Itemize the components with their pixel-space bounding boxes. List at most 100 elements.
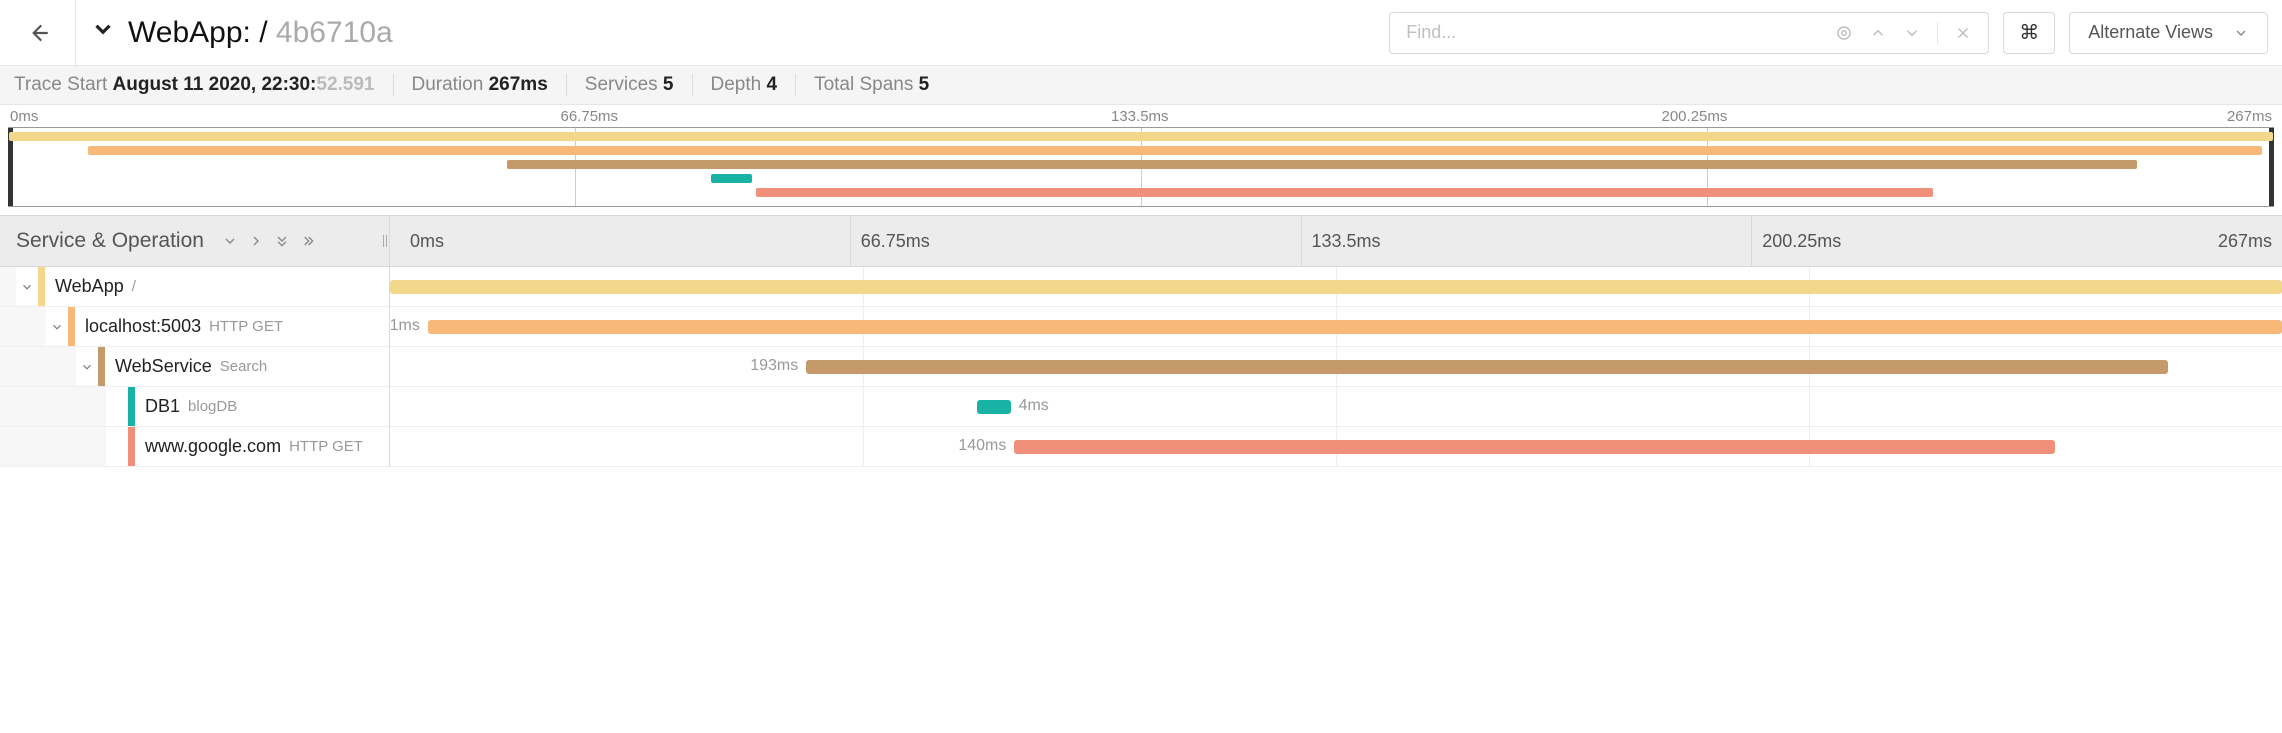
span-duration-label: 4ms <box>1019 397 1049 415</box>
arrow-left-icon <box>25 20 51 46</box>
span-bar[interactable] <box>1014 440 2055 454</box>
span-row[interactable]: localhost:5003 HTTP GET 1ms <box>0 307 2282 347</box>
span-service: DB1 <box>145 396 180 417</box>
span-row[interactable]: WebApp / <box>0 267 2282 307</box>
span-service: WebService <box>115 356 212 377</box>
service-color-chip <box>98 347 105 386</box>
trace-title: WebApp: / 4b6710a <box>90 16 393 50</box>
span-bar[interactable] <box>428 320 2282 334</box>
divider <box>566 74 567 96</box>
search-container <box>1389 12 1989 54</box>
minimap-tick: 0ms <box>10 108 561 125</box>
service-color-chip <box>128 387 135 426</box>
search-prev-button[interactable] <box>1869 24 1887 42</box>
title-trace-id: 4b6710a <box>276 16 393 49</box>
indent-guide <box>0 387 106 426</box>
collapse-one-button[interactable] <box>274 233 290 249</box>
minimap-tick: 66.75ms <box>561 108 1112 125</box>
minimap-tick: 133.5ms <box>1111 108 1662 125</box>
row-toggle[interactable] <box>16 280 38 294</box>
collapse-title-button[interactable] <box>90 16 116 50</box>
minimap-tick: 200.25ms <box>1662 108 2213 125</box>
service-color-chip <box>38 267 45 306</box>
trace-meta-bar: Trace Start August 11 2020, 22:30:52.591… <box>0 66 2282 105</box>
search-clear-button[interactable] <box>1954 24 1972 42</box>
indent-guide <box>0 427 106 466</box>
meta-total-spans: Total Spans 5 <box>814 74 929 96</box>
minimap-span <box>711 174 752 183</box>
search-next-button[interactable] <box>1903 24 1921 42</box>
chevron-down-icon <box>222 233 238 249</box>
divider <box>795 74 796 96</box>
span-operation: HTTP GET <box>209 318 283 335</box>
back-button[interactable] <box>0 0 76 65</box>
timeline-tick: 200.25ms <box>1751 216 2202 266</box>
span-row[interactable]: www.google.comHTTP GET140ms <box>0 427 2282 467</box>
command-icon: ⌘ <box>2019 20 2039 45</box>
minimap-span <box>9 132 2273 141</box>
minimap-span <box>756 188 1933 197</box>
minimap-canvas[interactable] <box>8 127 2274 207</box>
double-chevron-down-icon <box>274 233 290 249</box>
minimap-tick: 267ms <box>2212 108 2272 125</box>
chevron-down-icon <box>2233 25 2249 41</box>
row-toggle[interactable] <box>46 320 68 334</box>
alternate-views-label: Alternate Views <box>2088 22 2213 43</box>
meta-trace-start: Trace Start August 11 2020, 22:30:52.591 <box>14 74 375 96</box>
timeline-tick: 267ms <box>2202 216 2272 266</box>
crosshair-icon <box>1835 24 1853 42</box>
meta-depth: Depth 4 <box>711 74 778 96</box>
span-service: localhost:5003 <box>85 316 201 337</box>
collapse-all-button[interactable] <box>222 233 238 249</box>
span-row[interactable]: DB1 blogDB 4ms <box>0 387 2282 427</box>
keyboard-shortcuts-button[interactable]: ⌘ <box>2003 12 2055 54</box>
chevron-up-icon <box>1869 24 1887 42</box>
minimap-span <box>507 160 2137 169</box>
span-row[interactable]: WebServiceSearch193ms <box>0 347 2282 387</box>
divider <box>393 74 394 96</box>
chevron-down-icon <box>50 320 64 334</box>
divider <box>1937 22 1938 44</box>
span-duration-label: 140ms <box>958 437 1006 455</box>
tree-column-header: Service & Operation <box>16 229 204 253</box>
service-color-chip <box>128 427 135 466</box>
gridline <box>863 387 864 426</box>
span-service: WebApp <box>55 276 124 297</box>
timeline-tick: 0ms <box>400 216 850 266</box>
timeline-header: Service & Operation 0ms66.75ms133.5ms200… <box>0 215 2282 267</box>
chevron-down-icon <box>20 280 34 294</box>
minimap-span <box>88 146 2261 155</box>
expand-all-button[interactable] <box>248 233 264 249</box>
span-bar[interactable] <box>806 360 2168 374</box>
alternate-views-button[interactable]: Alternate Views <box>2069 12 2268 54</box>
timeline-tick: 66.75ms <box>850 216 1301 266</box>
search-input[interactable] <box>1390 22 1819 43</box>
span-duration-label: 193ms <box>750 357 798 375</box>
double-chevron-right-icon <box>300 233 316 249</box>
chevron-down-icon <box>90 16 116 42</box>
timeline-tick: 133.5ms <box>1301 216 1752 266</box>
chevron-down-icon <box>1903 24 1921 42</box>
service-color-chip <box>68 307 75 346</box>
span-operation: HTTP GET <box>289 438 363 455</box>
span-bar[interactable] <box>390 280 2282 294</box>
meta-duration: Duration 267ms <box>412 74 548 96</box>
chevron-down-icon <box>80 360 94 374</box>
divider <box>692 74 693 96</box>
meta-services: Services 5 <box>585 74 674 96</box>
indent-guide <box>0 347 76 386</box>
row-toggle[interactable] <box>76 360 98 374</box>
span-duration-label: 1ms <box>390 317 420 335</box>
indent-guide <box>0 267 16 306</box>
span-bar[interactable] <box>977 400 1011 414</box>
locate-button[interactable] <box>1835 24 1853 42</box>
close-icon <box>1954 24 1972 42</box>
span-operation: blogDB <box>188 398 237 415</box>
title-service: WebApp: / <box>128 16 268 49</box>
gridline <box>863 427 864 466</box>
span-operation: / <box>132 278 136 295</box>
column-resize-handle[interactable] <box>380 216 390 266</box>
minimap: 0ms66.75ms133.5ms200.25ms267ms <box>0 105 2282 207</box>
expand-one-button[interactable] <box>300 233 316 249</box>
gridline <box>1336 387 1337 426</box>
